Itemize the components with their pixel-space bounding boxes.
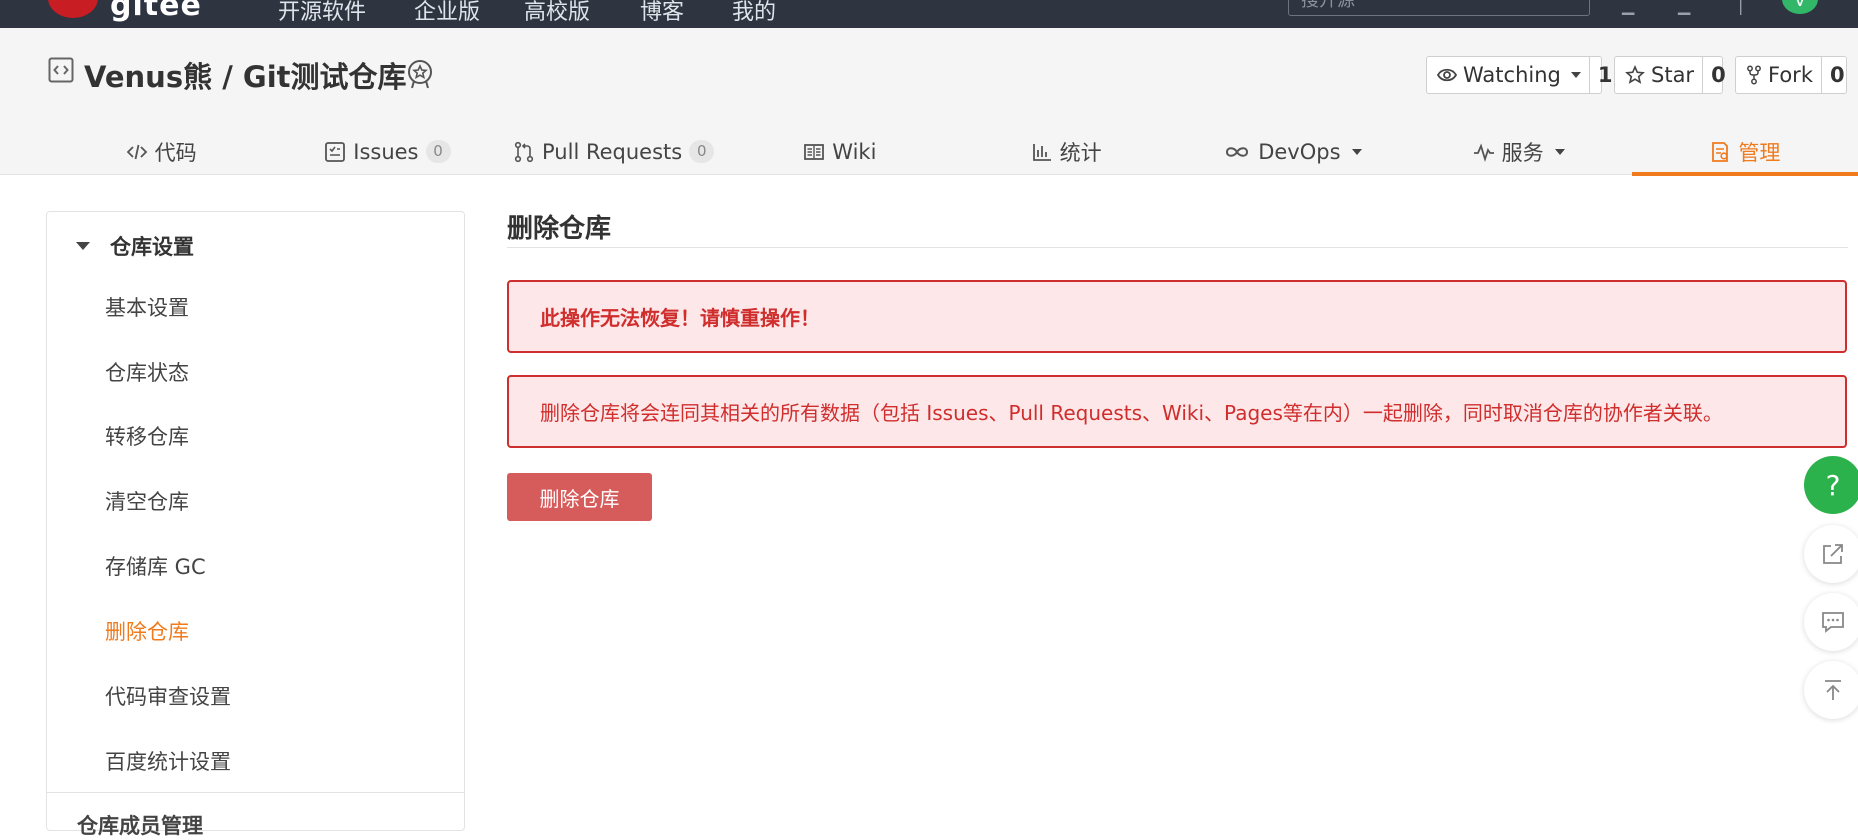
nav-link-enterprise[interactable]: 企业版 <box>414 0 480 26</box>
top-navbar: gitee 开源软件 企业版 高校版 博客 我的 搜开源 ▁ ▁ | V <box>0 0 1858 28</box>
tab-wiki[interactable]: Wiki <box>727 128 953 175</box>
tab-issues-label: Issues <box>353 139 419 164</box>
sidebar-item-repo-status[interactable]: 仓库状态 <box>105 357 189 387</box>
tab-wiki-label: Wiki <box>832 139 877 164</box>
star-count[interactable]: 0 <box>1702 57 1734 93</box>
project-header: Venus熊 / Git测试仓库 Watching 1 Star 0 Fork … <box>0 28 1858 176</box>
collapse-triangle-icon[interactable] <box>76 242 90 250</box>
plus-icon[interactable]: | <box>1738 0 1743 15</box>
sidebar-item-transfer-repo[interactable]: 转移仓库 <box>105 421 189 451</box>
external-link-icon <box>1823 544 1843 564</box>
fork-count[interactable]: 0 <box>1820 57 1853 93</box>
tab-pull-requests-count: 0 <box>689 140 715 163</box>
wiki-book-icon <box>804 143 825 160</box>
star-icon <box>1625 65 1645 84</box>
repo-code-icon <box>48 57 74 83</box>
page-title: 删除仓库 <box>507 214 612 244</box>
nav-link-open-source[interactable]: 开源软件 <box>278 0 366 26</box>
sidebar-section-title: 仓库设置 <box>110 235 194 259</box>
sidebar-section-members[interactable]: 仓库成员管理 <box>77 810 203 840</box>
tab-code[interactable]: 代码 <box>48 128 274 175</box>
fork-label: Fork <box>1768 63 1813 87</box>
fork-button[interactable]: Fork 0 <box>1735 56 1847 94</box>
repo-owner-link[interactable]: Venus熊 <box>84 60 212 94</box>
tab-stats-label: 统计 <box>1059 140 1102 165</box>
tab-devops[interactable]: DevOps <box>1179 128 1405 175</box>
sidebar-item-code-review-settings[interactable]: 代码审查设置 <box>105 681 231 711</box>
lightbulb-icon[interactable]: ▁ <box>1678 0 1690 15</box>
nav-link-university[interactable]: 高校版 <box>524 0 590 26</box>
sidebar-section-repo-settings[interactable]: 仓库设置 <box>47 226 194 266</box>
tab-stats[interactable]: 统计 <box>953 128 1179 175</box>
notification-bell-icon[interactable]: ▁ <box>1622 0 1634 15</box>
description-text: 删除仓库将会连同其相关的所有数据（包括 Issues、Pull Requests… <box>540 401 1723 425</box>
title-divider <box>507 247 1848 248</box>
feedback-button[interactable] <box>1804 593 1858 651</box>
sidebar-item-baidu-stats-settings[interactable]: 百度统计设置 <box>105 746 231 776</box>
services-caret-icon <box>1554 148 1565 155</box>
sidebar-item-delete-repo[interactable]: 删除仓库 <box>105 616 189 646</box>
sidebar-item-clear-repo[interactable]: 清空仓库 <box>105 486 189 516</box>
tab-pull-requests[interactable]: Pull Requests 0 <box>501 128 727 175</box>
star-button[interactable]: Star 0 <box>1614 56 1726 94</box>
devops-caret-icon <box>1351 148 1362 155</box>
comment-icon <box>1822 612 1844 633</box>
tab-services-label: 服务 <box>1501 140 1544 165</box>
sidebar-item-storage-gc[interactable]: 存储库 GC <box>105 551 206 581</box>
star-label: Star <box>1651 63 1695 87</box>
tab-issues[interactable]: Issues 0 <box>274 128 500 175</box>
infinity-icon <box>1226 146 1249 157</box>
warning-alert: 此操作无法恢复！请慎重操作！ <box>507 280 1847 353</box>
repo-name-link[interactable]: Git测试仓库 <box>243 60 407 94</box>
tab-services[interactable]: 服务 <box>1406 128 1632 175</box>
settings-sidebar: 仓库设置 基本设置 仓库状态 转移仓库 清空仓库 存储库 GC 删除仓库 代码审… <box>46 211 465 838</box>
repo-title-separator: / <box>212 60 243 94</box>
fork-label-group[interactable]: Fork <box>1736 57 1821 93</box>
back-to-top-button[interactable] <box>1804 661 1858 719</box>
tab-manage[interactable]: 管理 <box>1631 128 1858 176</box>
watch-button[interactable]: Watching 1 <box>1426 56 1612 94</box>
sidebar-divider <box>47 792 464 793</box>
pulse-icon <box>1473 142 1494 162</box>
tab-pull-requests-label: Pull Requests <box>542 139 683 164</box>
stats-chart-icon <box>1032 143 1051 161</box>
sidebar-item-basic-settings[interactable]: 基本设置 <box>105 292 189 322</box>
warning-text: 此操作无法恢复！请慎重操作！ <box>540 306 820 330</box>
issues-icon <box>325 141 346 162</box>
user-avatar[interactable]: V <box>1782 0 1818 14</box>
search-input[interactable]: 搜开源 <box>1288 0 1590 16</box>
gitee-logo-text[interactable]: gitee <box>110 0 202 23</box>
nav-link-blog[interactable]: 博客 <box>640 0 684 26</box>
arrow-up-icon <box>1825 680 1841 700</box>
watch-label: Watching <box>1463 63 1561 87</box>
repo-title: Venus熊 / Git测试仓库 <box>84 54 407 96</box>
recommend-badge-icon[interactable] <box>405 58 435 90</box>
repo-tabs: 代码 Issues 0 Pull Requests 0 Wiki 统计 DevO… <box>48 128 1858 176</box>
eye-icon <box>1437 68 1457 82</box>
pull-request-icon <box>514 141 534 162</box>
share-button[interactable] <box>1804 525 1858 583</box>
help-button[interactable]: ? <box>1804 456 1858 514</box>
gitee-logo-icon[interactable] <box>48 0 98 18</box>
tab-devops-label: DevOps <box>1258 139 1341 164</box>
tab-issues-count: 0 <box>425 140 451 163</box>
manage-doc-icon <box>1712 141 1729 162</box>
description-alert: 删除仓库将会连同其相关的所有数据（包括 Issues、Pull Requests… <box>507 375 1847 448</box>
nav-link-mine[interactable]: 我的 <box>732 0 776 26</box>
tab-manage-label: 管理 <box>1738 140 1781 165</box>
delete-repo-button[interactable]: 删除仓库 <box>507 473 652 521</box>
help-question-icon: ? <box>1825 468 1841 502</box>
fork-icon <box>1747 65 1761 85</box>
tab-code-label: 代码 <box>154 140 197 165</box>
star-label-group[interactable]: Star <box>1615 57 1702 93</box>
watch-caret-icon <box>1570 72 1581 78</box>
code-icon <box>126 144 147 159</box>
watch-label-group[interactable]: Watching <box>1427 57 1589 93</box>
